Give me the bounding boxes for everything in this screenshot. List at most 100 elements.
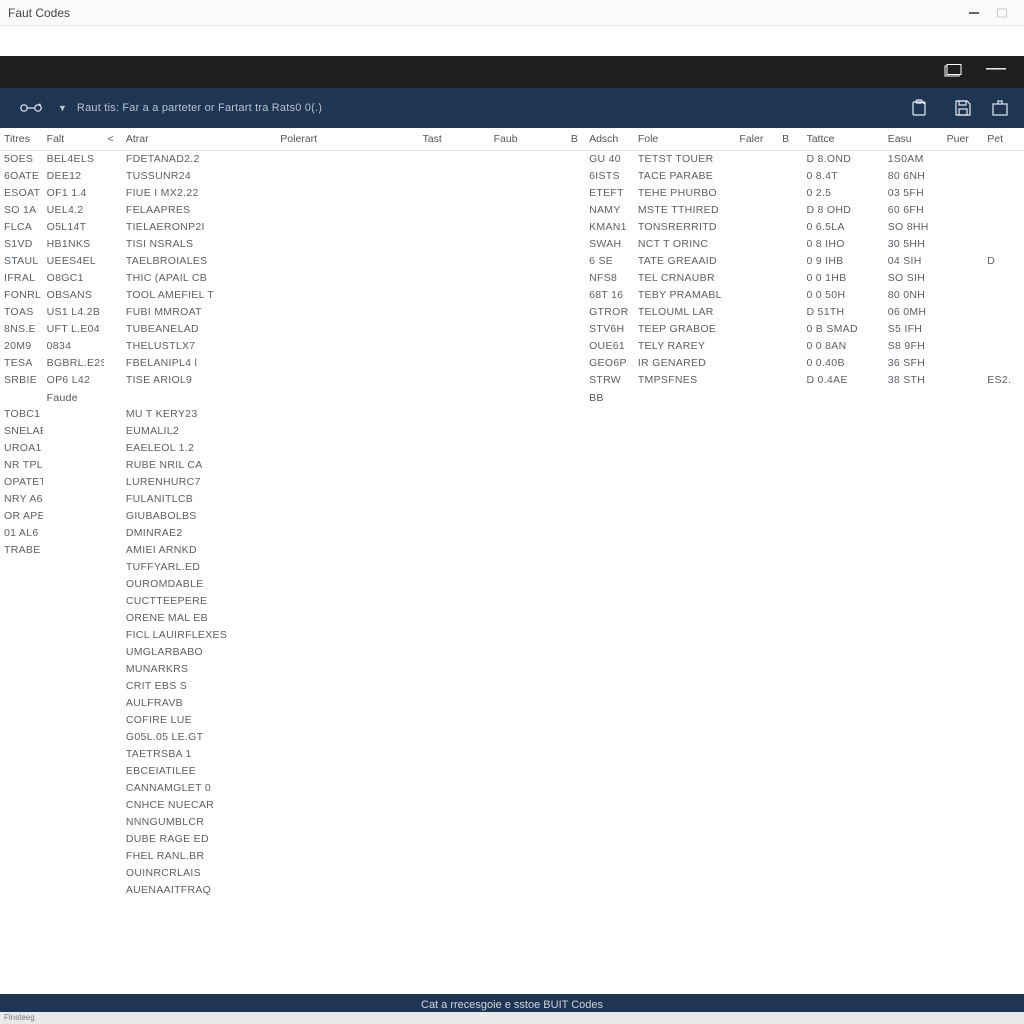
table-row[interactable]: MUNARKRS [0, 660, 1024, 677]
save-icon[interactable] [946, 91, 980, 125]
table-cell [735, 779, 778, 796]
column-header[interactable]: Faub [490, 128, 567, 150]
table-cell [943, 167, 984, 184]
table-cell [884, 541, 943, 558]
table-row[interactable]: AULFRAVB [0, 694, 1024, 711]
table-row[interactable]: 20M90834THELUSTLX7OUE61TELY RAREY0 0 8AN… [0, 337, 1024, 354]
table-row[interactable]: IFRALO8GC1THIC (APAIL CBNFS8TEL CRNAUBR0… [0, 269, 1024, 286]
table-row[interactable]: NNNGUMBLCR [0, 813, 1024, 830]
column-header[interactable]: Fole [634, 128, 736, 150]
table-cell [983, 303, 1024, 320]
table-cell [567, 677, 585, 694]
table-cell [0, 847, 43, 864]
table-cell [419, 269, 490, 286]
clipboard-icon[interactable] [902, 91, 936, 125]
table-cell [983, 320, 1024, 337]
table-cell: MUNARKRS [122, 660, 276, 677]
table-row[interactable]: CRIT EBS S [0, 677, 1024, 694]
column-header[interactable]: Pet [983, 128, 1024, 150]
column-header[interactable]: Tattce [802, 128, 883, 150]
window-restore-button[interactable] [988, 3, 1016, 23]
column-header[interactable]: Easu [884, 128, 943, 150]
column-header[interactable]: Polerart [276, 128, 418, 150]
column-header[interactable]: Faler [735, 128, 778, 150]
table-row[interactable]: TOBC1MU T KERY23 [0, 405, 1024, 422]
table-row[interactable]: FHEL RANL.BR [0, 847, 1024, 864]
table-row[interactable]: FaudeBB [0, 388, 1024, 405]
table-row[interactable]: NRY A6FULANITLCB [0, 490, 1024, 507]
table-cell [634, 694, 736, 711]
table-cell [884, 643, 943, 660]
table-cell [735, 660, 778, 677]
table-row[interactable]: CNHCE NUECAR [0, 796, 1024, 813]
table-row[interactable]: TAETRSBA 1 [0, 745, 1024, 762]
table-row[interactable]: DUBE RAGE ED [0, 830, 1024, 847]
column-header[interactable]: Titres [0, 128, 43, 150]
table-row[interactable]: 8NS.EUFT L.E04TUBEANELADSTV6HTEEP GRABOE… [0, 320, 1024, 337]
table-row[interactable]: ORENE MAL EB [0, 609, 1024, 626]
table-row[interactable]: AUENAAITFRAQ [0, 881, 1024, 898]
table-row[interactable]: G05L.05 LE.GT [0, 728, 1024, 745]
column-header[interactable]: Falt [43, 128, 104, 150]
table-cell [778, 745, 802, 762]
table-row[interactable]: FLCAO5L14TTIELAERONP2IKMAN1TONSRERRITD0 … [0, 218, 1024, 235]
table-cell [104, 150, 122, 167]
table-cell [490, 473, 567, 490]
table-row[interactable]: 6OATEDEE12TUSSUNR246ISTSTACE PARABE0 8.4… [0, 167, 1024, 184]
table-row[interactable]: CUCTTEEPERE [0, 592, 1024, 609]
column-header[interactable]: B [778, 128, 802, 150]
column-header[interactable]: B [567, 128, 585, 150]
table-row[interactable]: TRABEAMIEI ARNKD [0, 541, 1024, 558]
table-cell: UEL4.2 [43, 201, 104, 218]
table-row[interactable]: ESOATOF1 1.4FIUE I MX2.22ETEFTTEHE PHURB… [0, 184, 1024, 201]
dropdown-caret-icon[interactable]: ▼ [58, 103, 67, 113]
table-cell [778, 779, 802, 796]
window-restore-icon[interactable] [944, 64, 962, 81]
table-row[interactable]: COFIRE LUE [0, 711, 1024, 728]
table-cell [419, 218, 490, 235]
table-row[interactable]: OUINRCRLAIS [0, 864, 1024, 881]
table-cell [802, 490, 883, 507]
table-cell: TUSSUNR24 [122, 167, 276, 184]
table-row[interactable]: TUFFYARL.ED [0, 558, 1024, 575]
table-cell [943, 779, 984, 796]
column-header[interactable]: Tast [419, 128, 490, 150]
table-cell: TOOL AMEFIEL T [122, 286, 276, 303]
export-icon[interactable] [990, 91, 1010, 125]
table-row[interactable]: FONRLOBSANSTOOL AMEFIEL T68T 16TEBY PRAM… [0, 286, 1024, 303]
table-row[interactable]: OR APEGIUBABOLBS [0, 507, 1024, 524]
table-row[interactable]: UMGLARBABO [0, 643, 1024, 660]
column-header[interactable]: Atrar [122, 128, 276, 150]
table-row[interactable]: SNELAEEUMALIL2 [0, 422, 1024, 439]
table-row[interactable]: EBCEIATILEE [0, 762, 1024, 779]
table-row[interactable]: UROA1EAELEOL 1.2 [0, 439, 1024, 456]
table-cell: TOAS [0, 303, 43, 320]
table-row[interactable]: STAULUEES4ELTAELBROIALES6 SETATE GREAAID… [0, 252, 1024, 269]
table-row[interactable]: TESABGBRL.E2SFBELANIPL4 lGEO6PIR GENARED… [0, 354, 1024, 371]
table-row[interactable]: CANNAMGLET 0 [0, 779, 1024, 796]
table-row[interactable]: OPATETLURENHURC7 [0, 473, 1024, 490]
table-cell [567, 575, 585, 592]
table-row[interactable]: OUROMDABLE [0, 575, 1024, 592]
table-row[interactable]: 01 AL6DMINRAE2 [0, 524, 1024, 541]
table-cell: S1VD [0, 235, 43, 252]
table-row[interactable]: 5OESBEL4ELSFDETANAD2.2GU 40TETST TOUERD … [0, 150, 1024, 167]
table-cell [419, 405, 490, 422]
column-header[interactable]: Adsch [585, 128, 634, 150]
table-row[interactable]: S1VDHB1NKSTISI NSRALSSWAHNCT T ORINC0 8 … [0, 235, 1024, 252]
table-row[interactable]: NR TPLRUBE NRIL CA [0, 456, 1024, 473]
connection-icon[interactable] [14, 91, 48, 125]
window-minimize-button[interactable] [960, 3, 988, 23]
table-cell [419, 337, 490, 354]
table-cell [802, 813, 883, 830]
table-cell [634, 439, 736, 456]
column-header[interactable]: Puer [943, 128, 984, 150]
table-row[interactable]: SRBIEOP6 L42TISE ARIOL9STRWTMPSFNESD 0.4… [0, 371, 1024, 388]
table-cell [778, 796, 802, 813]
table-cell [943, 201, 984, 218]
table-row[interactable]: TOASUS1 L4.2BFUBI MMROATGTRORTELOUML LAR… [0, 303, 1024, 320]
column-header[interactable]: < [104, 128, 122, 150]
table-row[interactable]: SO 1AUEL4.2FELAAPRESNAMYMSTE TTHIREDD 8 … [0, 201, 1024, 218]
table-row[interactable]: FICL LAUIRFLEXES [0, 626, 1024, 643]
table-cell: NFS8 [585, 269, 634, 286]
